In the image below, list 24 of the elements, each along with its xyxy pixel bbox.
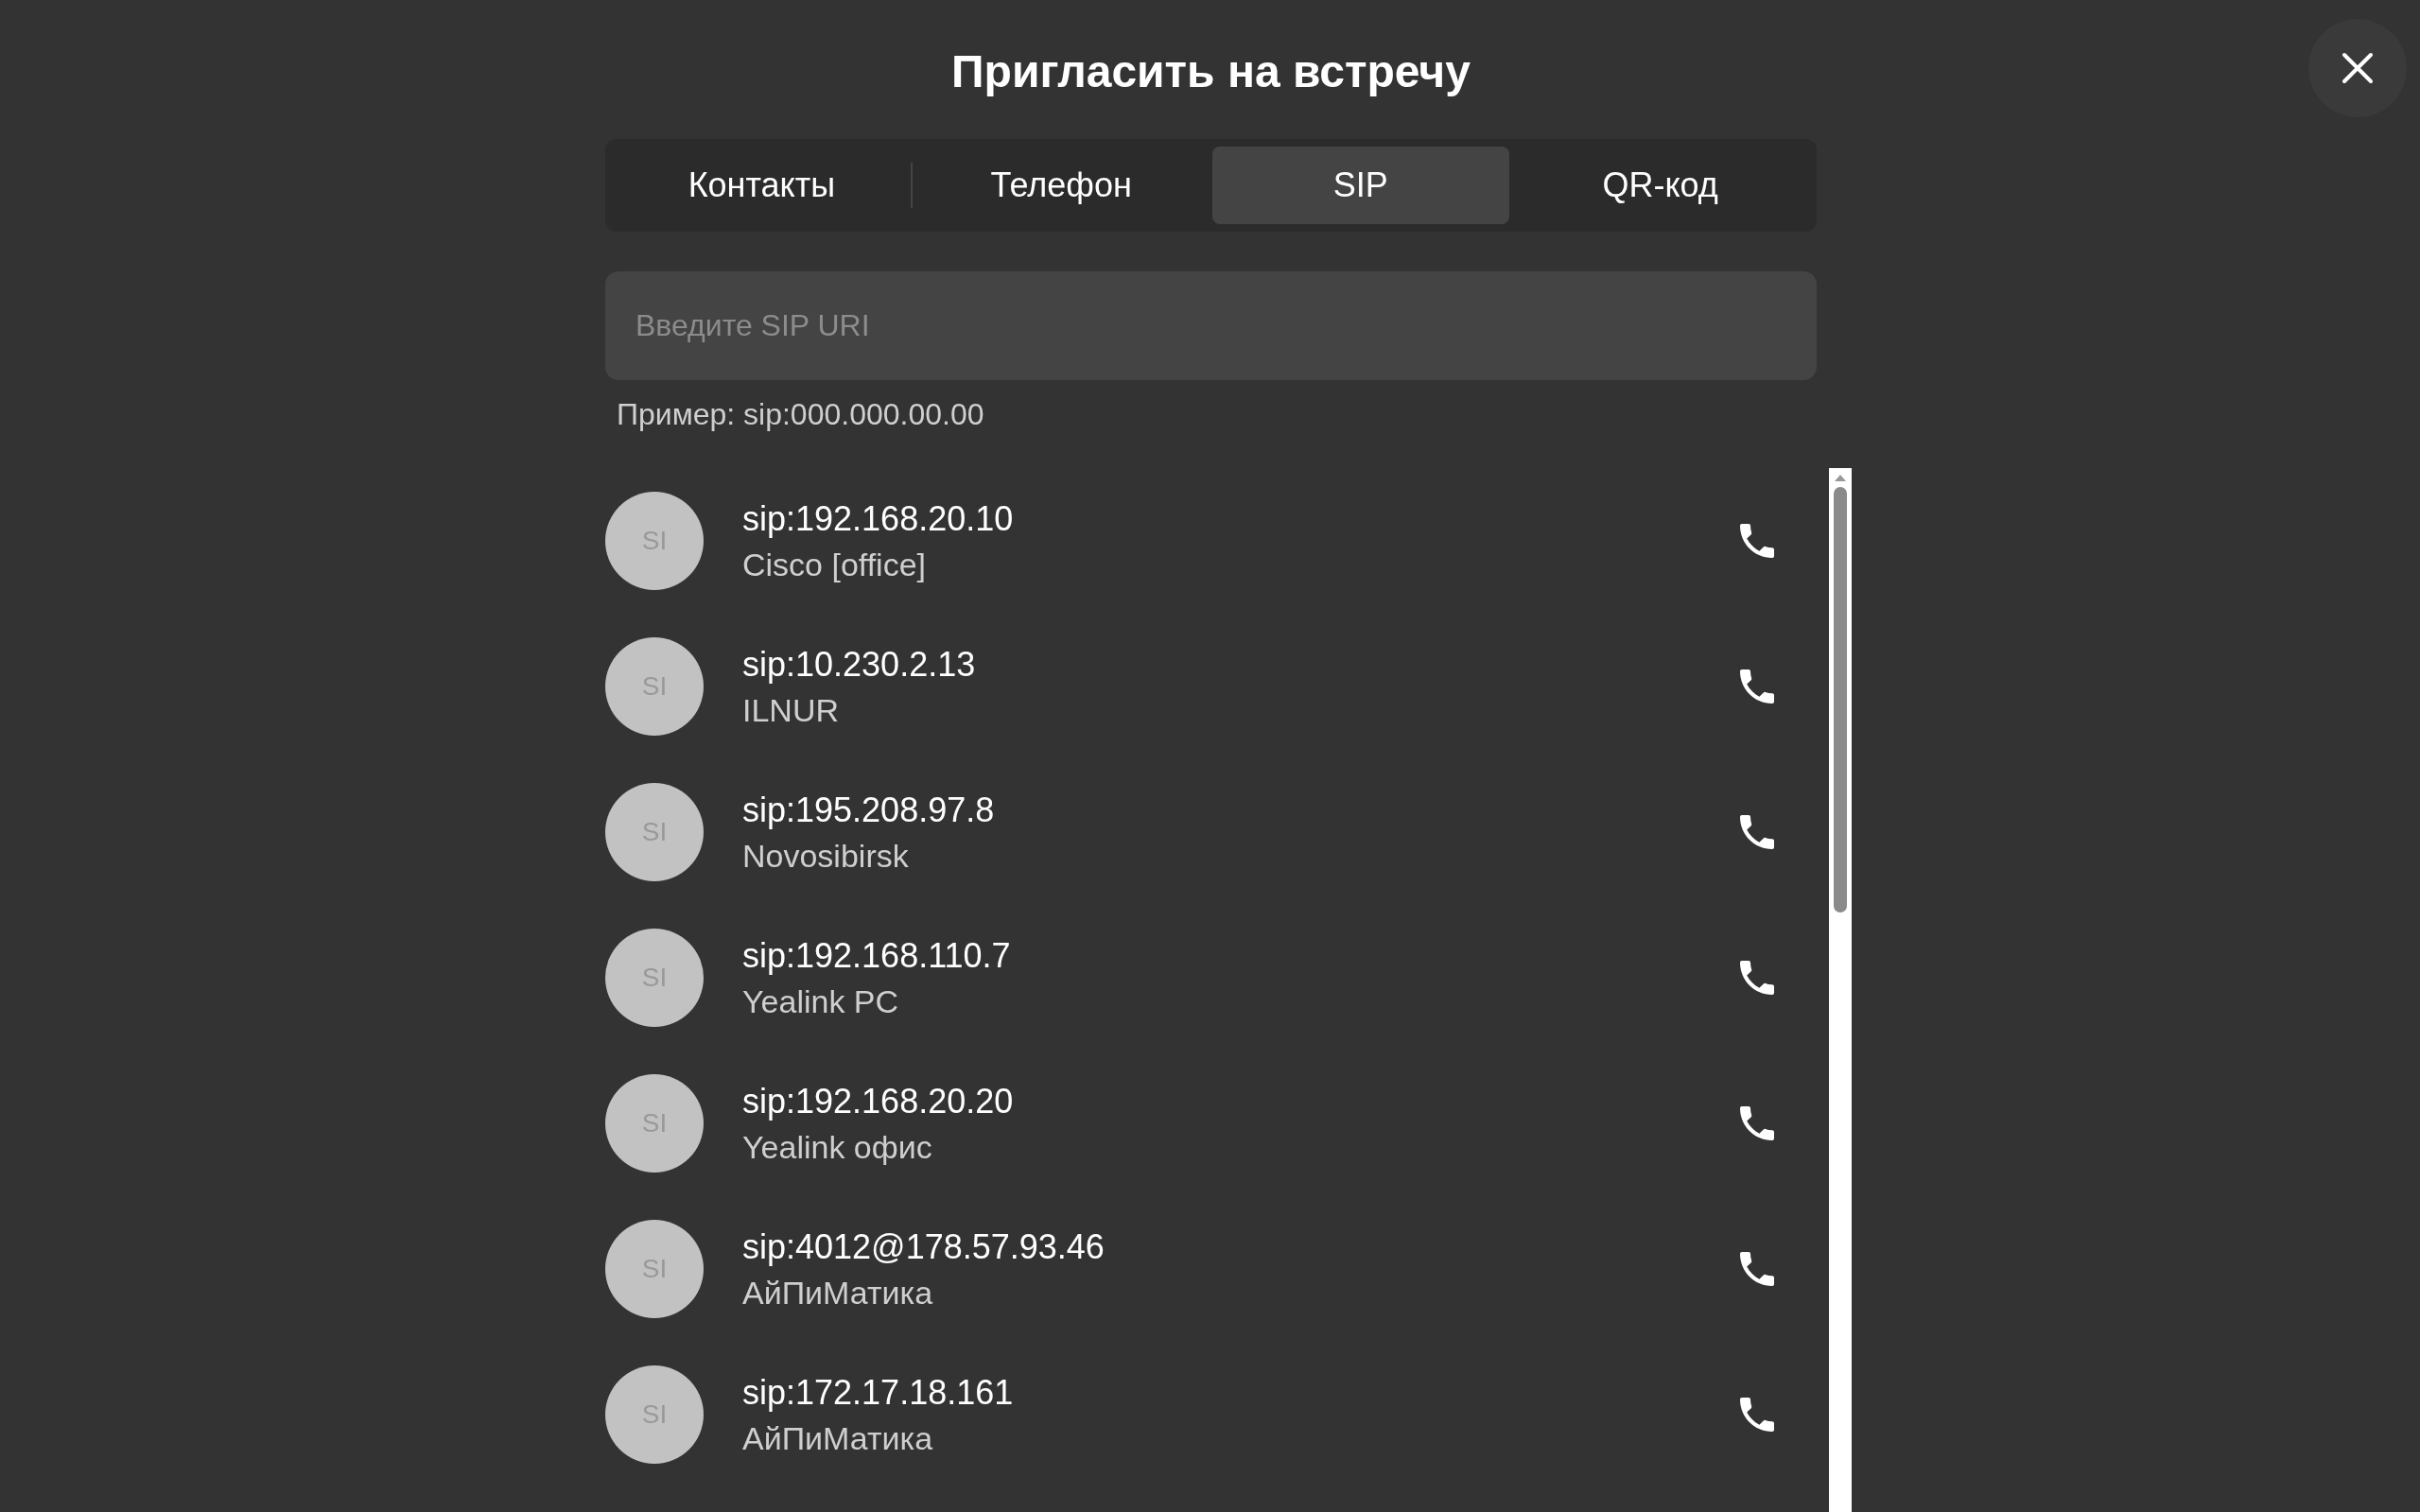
sip-address: sip:172.17.18.161 <box>742 1372 1015 1413</box>
dialog-title: Пригласить на встречу <box>950 45 1471 98</box>
contact-name: Yealink PC <box>742 982 900 1020</box>
sip-address: sip:4012@178.57.93.46 <box>742 1226 1106 1267</box>
tab[interactable]: QR-код <box>1511 147 1809 224</box>
contact-name: Cisco [office] <box>742 546 927 583</box>
sip-uri-field[interactable]: Введите SIP URI <box>605 271 1817 380</box>
sip-address: sip:192.168.20.10 <box>742 498 1015 539</box>
tab[interactable]: Контакты <box>613 147 911 224</box>
contact-name: Novosibirsk <box>742 837 910 875</box>
tab[interactable]: SIP <box>1211 147 1510 224</box>
sip-address: sip:192.168.110.7 <box>742 935 1012 976</box>
scrollbar-thumb[interactable] <box>1834 487 1847 912</box>
contact-name: АйПиМатика <box>742 1419 934 1457</box>
sip-address: sip:192.168.20.20 <box>742 1081 1015 1121</box>
scrollbar[interactable] <box>1829 468 1852 1512</box>
hint-text: Пример: sip:000.000.00.00 <box>617 397 985 432</box>
tab[interactable]: Телефон <box>912 147 1210 224</box>
close-icon <box>2342 52 2374 84</box>
contact-name: ILNUR <box>742 691 841 729</box>
contact-name: Yealink офис <box>742 1128 933 1166</box>
sip-address: sip:10.230.2.13 <box>742 644 977 685</box>
contact-name: АйПиМатика <box>742 1274 934 1312</box>
sip-address: sip:195.208.97.8 <box>742 790 996 830</box>
